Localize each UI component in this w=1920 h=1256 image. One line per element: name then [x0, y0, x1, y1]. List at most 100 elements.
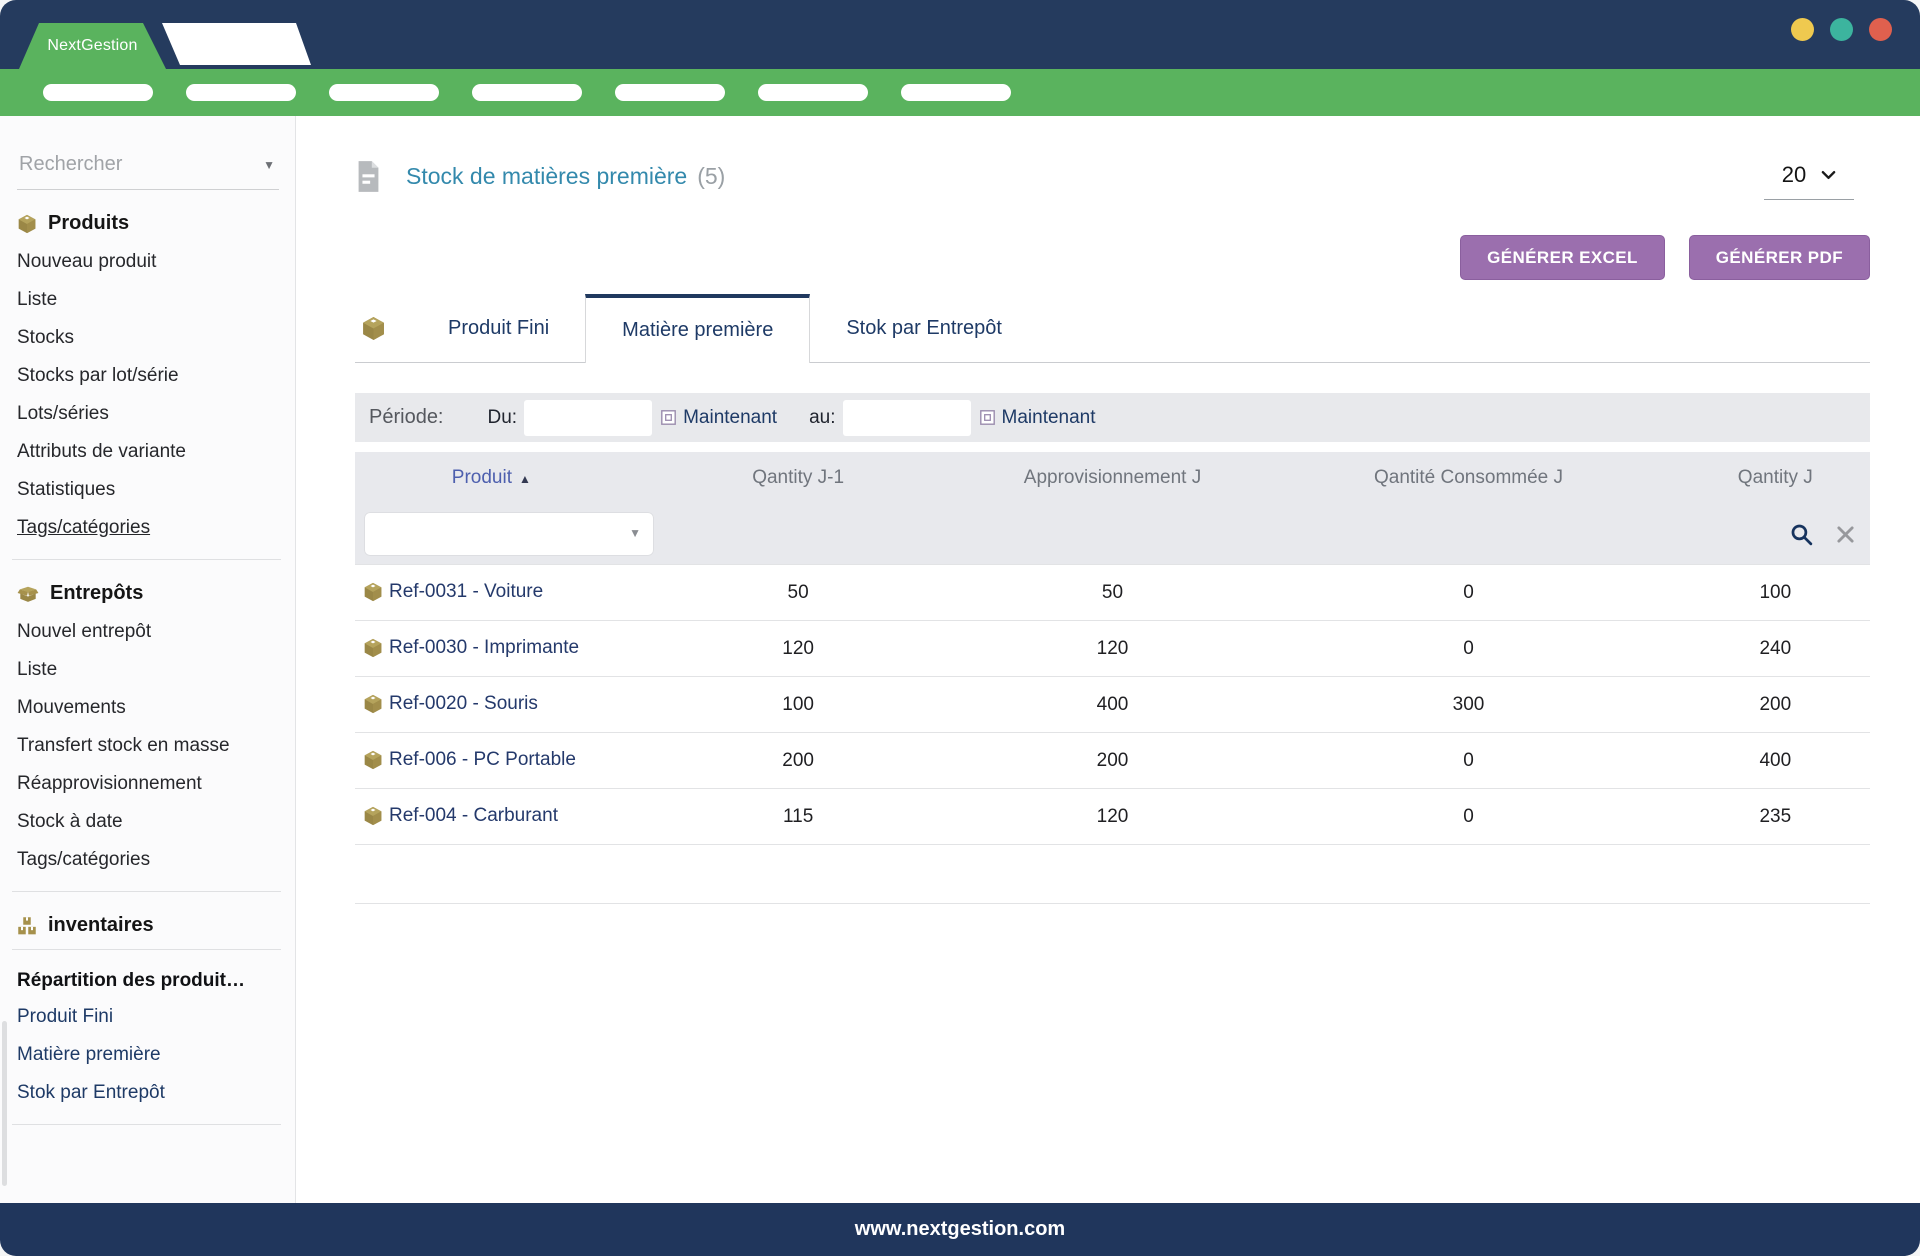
column-header[interactable]: Approvisionnement J [968, 452, 1257, 504]
nav-pill[interactable] [43, 84, 153, 101]
brand-label: NextGestion [47, 37, 138, 54]
nav-pill[interactable] [758, 84, 868, 101]
title-bar: NextGestion [0, 0, 1920, 69]
column-header-label: Approvisionnement J [1023, 467, 1202, 488]
sidebar-item[interactable]: Stock à date [0, 803, 295, 841]
now-link-to[interactable]: Maintenant [1002, 407, 1096, 429]
column-header-label: Qantity J-1 [752, 467, 845, 488]
page-header: Stock de matières première (5) [355, 155, 1870, 197]
footer: www.nextgestion.com [0, 1203, 1920, 1256]
report-item[interactable]: Produit Fini [0, 998, 295, 1036]
quantity-cell: 120 [627, 620, 969, 677]
now-link-from[interactable]: Maintenant [683, 407, 777, 429]
sidebar-item[interactable]: Lots/séries [0, 395, 295, 433]
date-to-input[interactable] [842, 399, 971, 436]
sidebar-item[interactable]: Nouveau produit [0, 243, 295, 281]
sidebar-scrollbar[interactable] [2, 1021, 7, 1186]
sidebar-item[interactable]: Liste [0, 651, 295, 689]
periode-bar: Période: Du: Maintenant au: Maintenant [355, 393, 1870, 442]
sidebar-item[interactable]: Stocks [0, 319, 295, 357]
sidebar-search: ▼ [17, 152, 279, 190]
quantity-cell: 400 [968, 676, 1257, 733]
box-icon [17, 214, 37, 234]
sidebar-item[interactable]: Tags/catégories [0, 841, 295, 879]
brand-tab[interactable]: NextGestion [19, 23, 166, 69]
nav-pill[interactable] [329, 84, 439, 101]
column-header[interactable]: Qantity J-1 [627, 452, 969, 504]
table-filter-row: ▼ [355, 504, 1870, 565]
sidebar: ▼ ProduitsNouveau produitListeStocksStoc… [0, 116, 296, 1203]
tab-stok-par-entrep-t[interactable]: Stok par Entrepôt [810, 294, 1038, 362]
generate-pdf-button[interactable]: GÉNÉRER PDF [1688, 235, 1870, 280]
box-icon [363, 694, 383, 714]
record-count: (5) [697, 162, 726, 189]
report-group-title[interactable]: Répartition des produit… [17, 970, 281, 992]
chevron-down-icon[interactable]: ▼ [263, 158, 275, 172]
sidebar-item[interactable]: Stocks par lot/série [0, 357, 295, 395]
divider [12, 1124, 281, 1125]
chevron-down-icon [1821, 170, 1836, 180]
tab-produit-fini[interactable]: Produit Fini [412, 294, 585, 362]
table-row: Ref-0020 - Souris 100 400 300 200 [355, 676, 1870, 733]
product-filter-select[interactable]: ▼ [364, 512, 654, 556]
search-icon[interactable] [1789, 522, 1814, 547]
calendar-icon[interactable] [661, 410, 676, 425]
quantity-cell: 200 [627, 732, 969, 789]
nav-pill[interactable] [186, 84, 296, 101]
calendar-icon[interactable] [979, 410, 995, 425]
report-item[interactable]: Stok par Entrepôt [0, 1074, 295, 1112]
box-icon [355, 294, 386, 362]
sidebar-item[interactable]: Réapprovisionnement [0, 765, 295, 803]
sidebar-item[interactable]: Transfert stock en masse [0, 727, 295, 765]
tab-mati-re-premi-re[interactable]: Matière première [585, 294, 811, 363]
nav-menu [0, 69, 1920, 116]
column-header[interactable]: Qantity J [1680, 452, 1870, 504]
footer-url: www.nextgestion.com [854, 1218, 1066, 1240]
sidebar-item[interactable]: Tags/catégories [0, 509, 295, 547]
sidebar-item[interactable]: Attributs de variante [0, 433, 295, 471]
quantity-cell: 100 [627, 676, 969, 733]
box-icon [363, 750, 383, 770]
sidebar-section-header[interactable]: inventaires [17, 914, 295, 937]
product-link[interactable]: Ref-0031 - Voiture [389, 581, 543, 602]
divider [12, 891, 281, 892]
sidebar-item[interactable]: Statistiques [0, 471, 295, 509]
product-link[interactable]: Ref-006 - PC Portable [389, 749, 576, 770]
quantity-cell: 100 [1680, 564, 1870, 621]
product-link[interactable]: Ref-004 - Carburant [389, 805, 558, 826]
column-header-label: Qantity J [1737, 467, 1813, 488]
main-panel: Stock de matières première (5) 20 GÉNÉRE… [296, 116, 1920, 1203]
blank-tab[interactable] [162, 23, 311, 65]
report-item[interactable]: Matière première [0, 1036, 295, 1074]
clear-filter-icon[interactable] [1836, 525, 1855, 544]
product-link[interactable]: Ref-0030 - Imprimante [389, 637, 579, 658]
minimize-dot[interactable] [1791, 18, 1814, 41]
nav-pill[interactable] [472, 84, 582, 101]
nav-pill[interactable] [901, 84, 1011, 101]
product-link[interactable]: Ref-0020 - Souris [389, 693, 538, 714]
table-row: Ref-0031 - Voiture 50 50 0 100 [355, 564, 1870, 621]
page-size-select[interactable]: 20 [1764, 162, 1854, 200]
sidebar-sections: Produits Nouveau produit Liste Stocks Stocks… [0, 212, 295, 1125]
maximize-dot[interactable] [1830, 18, 1853, 41]
quantity-cell: 0 [1256, 564, 1681, 621]
sidebar-section-header[interactable]: Produits [17, 212, 295, 235]
table-header-row: Produit ▲ Qantity J-1 Approvisionnement J Qa… [355, 452, 1870, 504]
quantity-cell: 50 [968, 564, 1257, 621]
sidebar-section-header[interactable]: Entrepôts [17, 582, 295, 605]
open-box-icon [17, 584, 39, 603]
app-window: NextGestion ▼ ProduitsNouveau produitLis… [0, 0, 1920, 1256]
nav-pill[interactable] [615, 84, 725, 101]
date-to-label: au: [809, 406, 836, 428]
sidebar-item[interactable]: Liste [0, 281, 295, 319]
sidebar-item[interactable]: Mouvements [0, 689, 295, 727]
column-header[interactable]: Qantité Consommée J [1256, 452, 1681, 504]
chevron-down-icon: ▼ [629, 526, 641, 540]
close-dot[interactable] [1869, 18, 1892, 41]
date-from-input[interactable] [524, 399, 653, 436]
search-input[interactable] [17, 152, 246, 177]
divider [12, 949, 281, 950]
sidebar-item[interactable]: Nouvel entrepôt [0, 613, 295, 651]
generate-excel-button[interactable]: GÉNÉRER EXCEL [1460, 235, 1665, 280]
column-header[interactable]: Produit ▲ [355, 452, 628, 504]
